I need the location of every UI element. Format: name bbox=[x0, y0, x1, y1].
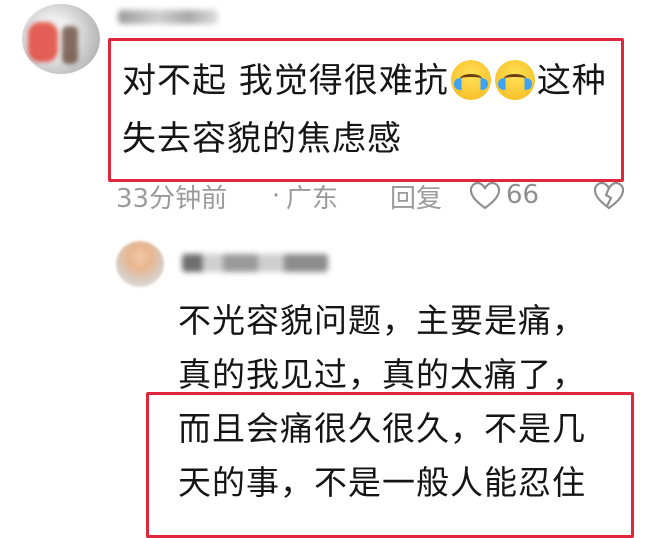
replier-avatar[interactable] bbox=[116, 241, 164, 287]
broken-heart-icon[interactable] bbox=[594, 182, 624, 210]
comment-text: 对不起 我觉得很难抗 这种 失去容貌的焦虑感 bbox=[122, 52, 612, 168]
meta-separator: · bbox=[271, 181, 281, 211]
reply-text-line: 天的事，不是一般人能忍住 bbox=[178, 463, 586, 502]
heart-outline-icon[interactable] bbox=[470, 182, 500, 210]
comment-time: 33分钟前 bbox=[116, 183, 228, 214]
commenter-avatar[interactable] bbox=[22, 4, 100, 74]
commenter-username-blurred[interactable] bbox=[118, 10, 218, 24]
reply-text: 不光容貌问题，主要是痛， 真的我见过，真的太痛了， 而且会痛很久很久，不是几 天… bbox=[178, 294, 618, 510]
replier-username-blurred[interactable] bbox=[182, 254, 328, 272]
reply-text-line: 而且会痛很久很久，不是几 bbox=[178, 409, 586, 448]
reply-text-line: 真的我见过，真的太痛了， bbox=[178, 355, 586, 394]
reply-text-line: 不光容貌问题，主要是痛， bbox=[178, 301, 586, 340]
comment-text-line-1: 对不起 我觉得很难抗 这种 bbox=[122, 60, 607, 101]
comment-text-line-2: 失去容貌的焦虑感 bbox=[122, 119, 402, 159]
reply-button[interactable]: 回复 bbox=[390, 178, 470, 215]
comment-location: 广东 bbox=[286, 183, 339, 214]
like-count: 66 bbox=[506, 180, 540, 210]
loudly-crying-face-icon bbox=[450, 60, 491, 100]
loudly-crying-face-icon bbox=[494, 60, 535, 100]
comment-meta: 33分钟前 · 广东 回复 bbox=[116, 176, 470, 216]
